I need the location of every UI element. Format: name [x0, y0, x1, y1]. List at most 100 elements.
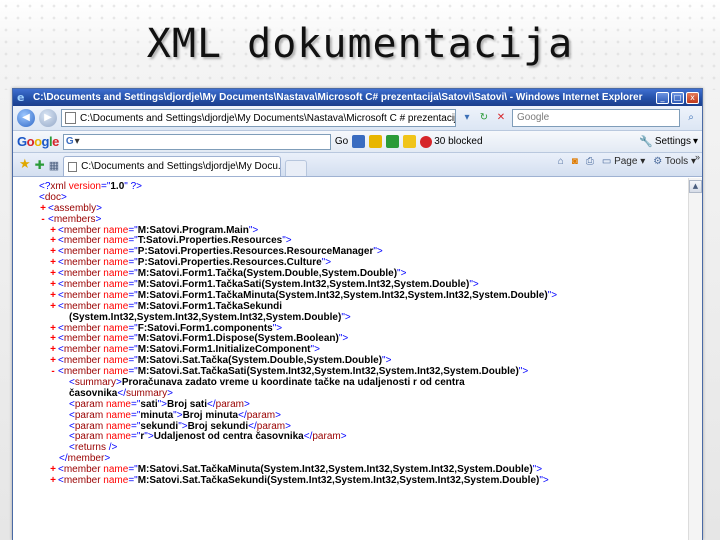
xml-br: > [244, 398, 250, 410]
go-button[interactable]: Go [335, 136, 348, 147]
xml-attr: name [100, 344, 129, 356]
address-bar-row: ◀ ▶ C:\Documents and Settings\djordje\My… [13, 106, 702, 131]
title-bar: e C:\Documents and Settings\djordje\My D… [13, 89, 702, 106]
xml-attr: name [100, 475, 129, 487]
xml-br: </ [59, 453, 68, 465]
expand-icon[interactable]: + [48, 301, 58, 313]
xml-br: </ [207, 398, 216, 410]
xml-attr: version [65, 181, 101, 192]
xml-attr: name [100, 289, 129, 301]
xml-tag: member [63, 355, 101, 367]
favorites-star-icon[interactable]: ★ [19, 156, 31, 172]
xml-tag: param [74, 431, 104, 443]
xml-val: M:Satovi.Sat.TačkaSekundi(System.Int32,S… [137, 475, 540, 487]
xml-attr: name [100, 300, 129, 312]
xml-val: T:Satovi.Properties.Resources [137, 235, 283, 247]
xml-tag: member [63, 344, 101, 356]
expand-icon[interactable]: + [48, 475, 58, 487]
xml-attr: name [100, 322, 129, 334]
address-tools: ▾ ↻ ✕ [460, 111, 508, 125]
close-button[interactable]: x [686, 91, 699, 104]
xml-br: "> [539, 475, 549, 487]
google-logo: Google [17, 134, 59, 149]
xml-tag: param [74, 409, 104, 421]
star-icon[interactable] [403, 135, 417, 148]
xml-br: =" [131, 398, 141, 410]
xml-br: =" [128, 268, 138, 280]
xml-br: "> [321, 257, 332, 269]
refresh-icon[interactable]: ↻ [477, 111, 491, 125]
wrench-icon: 🔧 [639, 136, 653, 148]
xml-br: =" [128, 289, 138, 301]
xml-br: "> [282, 235, 292, 247]
xml-tag: member [63, 235, 101, 247]
google-toolbar: Google G ▾ Go 30 blocked 🔧 Settings ▾ [13, 131, 702, 153]
xml-br: "> [397, 268, 407, 280]
xml-tag: param [74, 420, 104, 432]
xml-br: "> [248, 224, 259, 236]
scroll-up-arrow-icon[interactable]: ▲ [689, 180, 702, 193]
xml-attr: name [100, 246, 129, 258]
xml-tag: param [312, 431, 341, 443]
xml-line[interactable]: + <assembly> [13, 203, 688, 215]
quick-tabs-icon[interactable]: ▦ [49, 159, 59, 172]
slide-title: XML dokumentacija [146, 21, 574, 67]
bookmark-icon[interactable] [369, 135, 383, 148]
vertical-scrollbar[interactable]: ▲ [688, 178, 702, 540]
dropdown-arrow-icon[interactable]: ▾ [460, 111, 474, 125]
arrow-icon[interactable] [352, 135, 366, 148]
minimize-button[interactable]: _ [656, 91, 669, 104]
xml-val: M:Satovi.Sat.TačkaSati(System.Int32,Syst… [137, 366, 519, 378]
search-input[interactable]: Google [512, 109, 680, 127]
page-menu[interactable]: ▭ Page ▾ [602, 156, 645, 167]
tools-menu[interactable]: ⚙ Tools ▾ [653, 156, 696, 167]
xml-br: "> [341, 311, 351, 323]
xml-val: M:Satovi.Program.Main [137, 224, 249, 236]
xml-tag: member [63, 224, 101, 236]
xml-br: "> [178, 420, 188, 432]
xml-br: =" [128, 300, 138, 312]
collapse-icon[interactable]: - [48, 366, 58, 378]
xml-tag: member [63, 464, 101, 476]
xml-br: =" [128, 464, 138, 476]
print-icon[interactable]: ⎙ [586, 156, 594, 167]
back-button[interactable]: ◀ [17, 109, 35, 127]
xml-attr: name [100, 257, 129, 269]
home-icon[interactable]: ⌂ [558, 156, 564, 167]
maximize-button[interactable]: □ [671, 91, 684, 104]
xml-tag: member [63, 300, 101, 312]
xml-attr: name [100, 235, 129, 247]
xml-line: <doc> [13, 192, 688, 204]
xml-val: (System.Int32,System.Int32,System.Int32,… [69, 311, 342, 323]
xml-br: </ [117, 387, 126, 399]
stop-icon[interactable]: ✕ [494, 111, 508, 125]
xml-tag: member [63, 322, 101, 334]
add-favorite-icon[interactable]: ✚ [35, 158, 45, 172]
xml-br: "> [338, 333, 349, 345]
xml-attr: name [100, 464, 129, 476]
forward-button[interactable]: ▶ [39, 109, 57, 127]
collapse-icon[interactable]: - [38, 214, 48, 226]
xml-line[interactable]: + <member name="M:Satovi.Sat.TačkaSekundi… [13, 475, 688, 487]
search-icon[interactable]: ⌕ [684, 111, 698, 125]
more-tools-chevron[interactable]: » [695, 152, 700, 162]
xml-br: /> [105, 442, 118, 454]
address-field[interactable]: C:\Documents and Settings\djordje\My Doc… [61, 109, 456, 127]
xml-br: "> [382, 355, 392, 367]
xml-br: "> [157, 398, 168, 410]
feeds-icon[interactable]: ◙ [572, 156, 578, 167]
xml-attr: name [100, 355, 129, 367]
google-search-input[interactable]: G ▾ [62, 133, 331, 150]
tab-active[interactable]: C:\Documents and Settings\djordje\My Doc… [63, 156, 282, 176]
xml-tag: member [63, 475, 101, 487]
page-icon [65, 112, 76, 124]
xml-br: > [104, 453, 111, 465]
blocked-count: 30 blocked [434, 136, 483, 147]
popup-blocker[interactable]: 30 blocked [420, 135, 483, 148]
pagerank-icon[interactable] [386, 135, 400, 148]
xml-tag: param [74, 398, 104, 410]
xml-tag: member [67, 453, 105, 465]
settings-button[interactable]: 🔧 Settings ▾ [639, 135, 698, 148]
xml-txt: Proračunava zadato vreme u koordinate ta… [121, 377, 465, 389]
new-tab-button[interactable] [285, 160, 308, 176]
